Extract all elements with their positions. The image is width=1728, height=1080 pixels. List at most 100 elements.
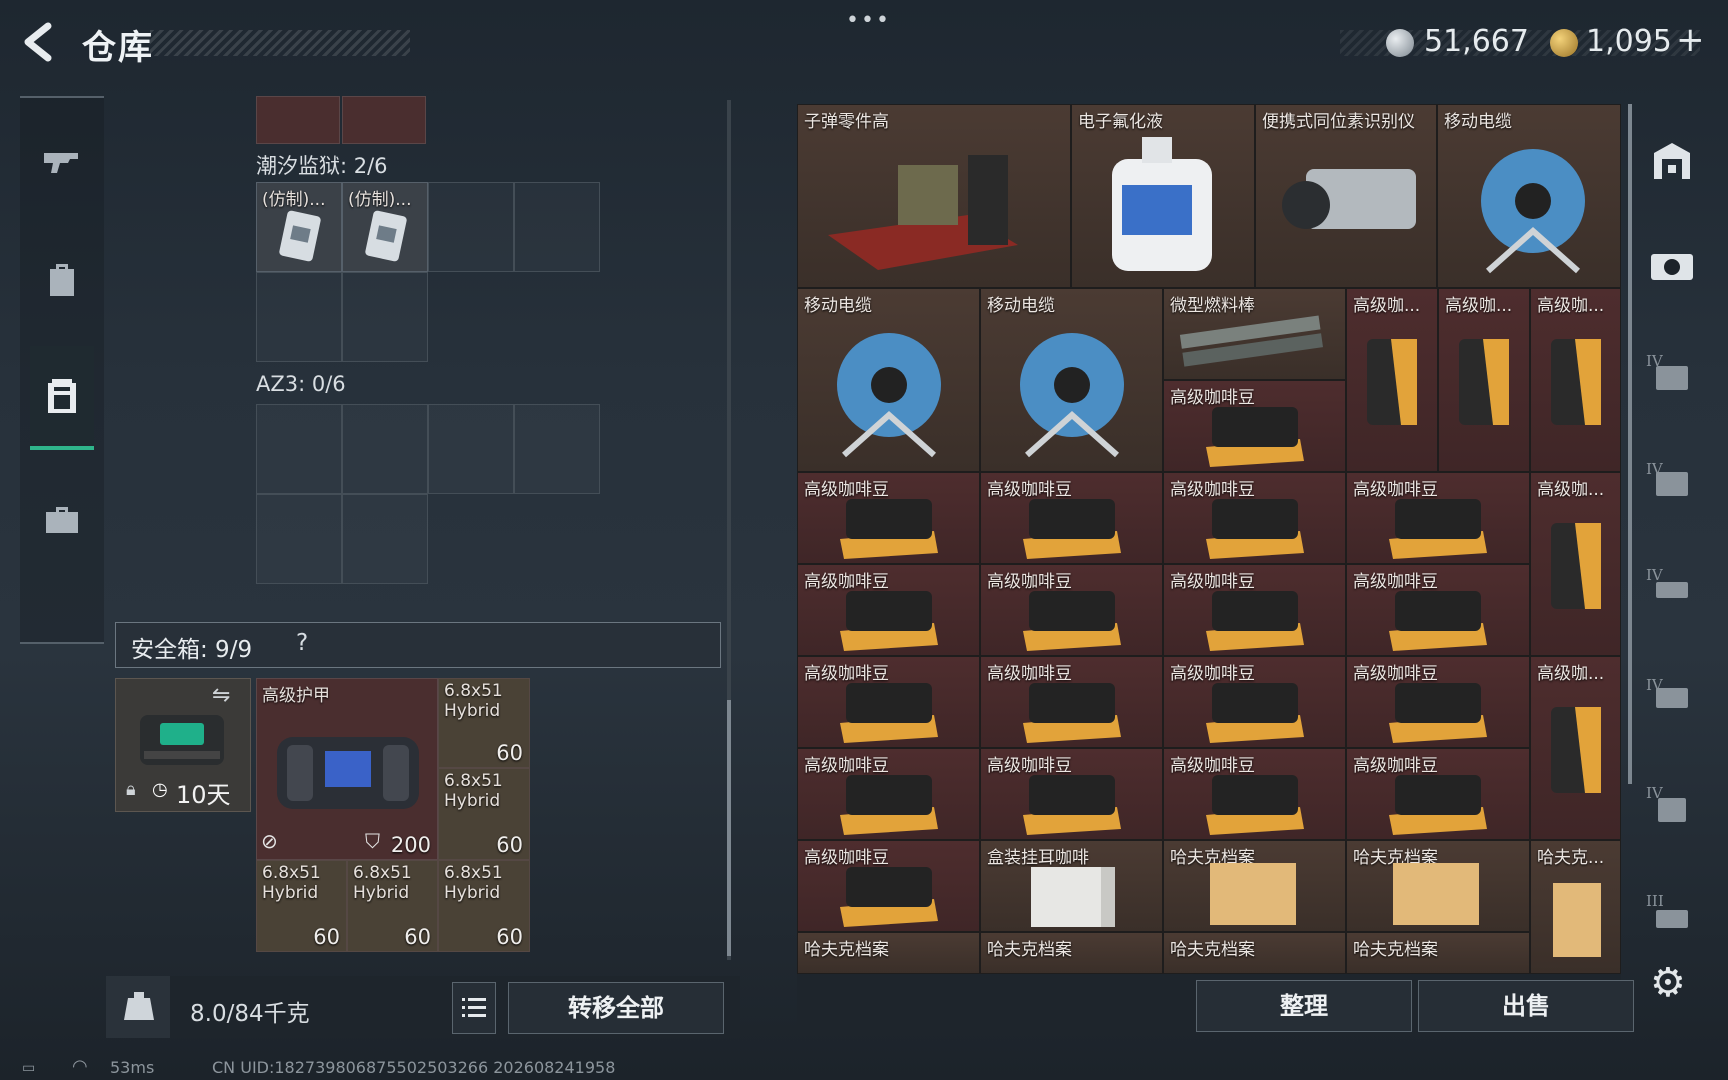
stash-item[interactable]: 高级咖...: [1530, 656, 1621, 840]
stash-item[interactable]: 高级咖啡豆: [797, 840, 980, 932]
grid-cell[interactable]: [514, 182, 600, 272]
ammo-item[interactable]: 6.8x51 Hybrid 60: [438, 678, 530, 768]
armor-bag-icon: [277, 737, 419, 809]
stash-item[interactable]: 哈夫克档案: [1163, 932, 1346, 974]
stash-item[interactable]: 高级咖啡豆: [980, 564, 1163, 656]
stash-item[interactable]: 高级咖啡豆: [980, 748, 1163, 840]
coffee-box-icon: [1031, 867, 1115, 927]
stash-item[interactable]: 高级咖啡豆: [797, 564, 980, 656]
grid-cell[interactable]: [256, 272, 342, 362]
stash-item[interactable]: 高级咖啡豆: [797, 656, 980, 748]
stash-item[interactable]: 高级咖啡豆: [797, 748, 980, 840]
stash-item[interactable]: 高级咖...: [1438, 288, 1530, 472]
coffee-bag-icon: [1389, 775, 1487, 835]
stash-tab-tier4-a[interactable]: [1646, 350, 1698, 402]
nav-weapons[interactable]: [30, 112, 94, 212]
warehouse-icon: [1654, 143, 1690, 179]
stash-item[interactable]: 高级咖...: [1530, 472, 1621, 656]
coffee-bag-icon: [1551, 707, 1601, 793]
stash-item[interactable]: 高级咖啡豆: [1163, 564, 1346, 656]
grid-cell[interactable]: [256, 494, 342, 584]
stash-item[interactable]: 高级咖...: [1530, 288, 1621, 472]
stash-item[interactable]: 高级咖啡豆: [1163, 748, 1346, 840]
cable-reel-icon: [837, 333, 941, 458]
nav-vest[interactable]: [30, 346, 94, 450]
ammo-item[interactable]: 6.8x51 Hybrid 60: [438, 860, 530, 952]
ping-value: 53ms: [110, 1058, 155, 1077]
stash-item[interactable]: 高级咖啡豆: [1346, 472, 1530, 564]
grid-cell[interactable]: [514, 404, 600, 494]
stash-item[interactable]: 便携式同位素识别仪: [1255, 104, 1437, 288]
grid-cell[interactable]: [342, 494, 428, 584]
sort-button[interactable]: 整理: [1196, 980, 1412, 1032]
grid-cell[interactable]: [342, 404, 428, 494]
list-view-button[interactable]: [452, 982, 496, 1034]
isotope-detector-icon: [1282, 169, 1416, 229]
coffee-bag-icon: [1551, 523, 1601, 609]
grid-cell[interactable]: [256, 404, 342, 494]
stash-item[interactable]: 高级咖...: [1346, 288, 1438, 472]
cable-reel-icon: [1481, 149, 1585, 274]
swap-icon[interactable]: ⇋: [212, 683, 230, 708]
box-tab-icon: [1658, 798, 1686, 822]
keycard-icon: [365, 210, 407, 262]
stash-item[interactable]: 哈夫克档案: [980, 932, 1163, 974]
stash-tab-tier3[interactable]: [1646, 890, 1698, 942]
nav-backpack[interactable]: [30, 230, 94, 330]
weight-icon-box: [106, 976, 170, 1038]
stash-item[interactable]: 电子氟化液: [1071, 104, 1255, 288]
stash-item[interactable]: 高级咖啡豆: [797, 472, 980, 564]
settings-gear-icon[interactable]: ⚙: [1650, 960, 1686, 1006]
keycard-item[interactable]: (仿制)...: [256, 182, 342, 272]
stash-item[interactable]: 移动电缆: [1437, 104, 1621, 288]
stash-tab-main[interactable]: [1646, 134, 1698, 186]
stash-item[interactable]: 哈夫克档案: [797, 932, 980, 974]
stash-tab-tier4-d[interactable]: [1646, 670, 1698, 722]
grid-cell[interactable]: [428, 182, 514, 272]
stash-item[interactable]: 高级咖啡豆: [1346, 748, 1530, 840]
more-dots-icon[interactable]: •••: [846, 8, 891, 33]
stash-item[interactable]: 高级咖啡豆: [1163, 656, 1346, 748]
add-currency-button[interactable]: +: [1676, 20, 1705, 60]
ammo-item[interactable]: 6.8x51 Hybrid 60: [256, 860, 347, 952]
stash-item[interactable]: 高级咖啡豆: [1163, 380, 1346, 472]
stash-tab-tier4-e[interactable]: [1646, 782, 1698, 834]
grid-cell[interactable]: [428, 404, 514, 494]
stash-item[interactable]: 高级咖啡豆: [980, 656, 1163, 748]
stash-tab-tier4-b[interactable]: [1646, 456, 1698, 508]
stash-tab-tier5[interactable]: [1646, 238, 1698, 290]
help-button[interactable]: ?: [296, 630, 308, 656]
nav-briefcase[interactable]: [30, 470, 94, 570]
armor-item[interactable]: 高级护甲 ⊘ ⛉ 200: [256, 678, 438, 860]
stash-item[interactable]: 高级咖啡豆: [1346, 656, 1530, 748]
stash-item[interactable]: 移动电缆: [797, 288, 980, 472]
stash-item[interactable]: 移动电缆: [980, 288, 1163, 472]
archive-folder-icon: [1210, 863, 1296, 925]
grid-cell[interactable]: [342, 272, 428, 362]
container-label-prison: 潮汐监狱: 2/6: [256, 154, 388, 178]
list-icon: [462, 998, 486, 1017]
stash-item[interactable]: 哈夫克档案: [1163, 840, 1346, 932]
ammo-item[interactable]: 6.8x51 Hybrid 60: [347, 860, 438, 952]
stash-scrollbar[interactable]: [1628, 104, 1632, 784]
stash-item[interactable]: 哈夫克...: [1530, 840, 1621, 974]
stash-tab-tier4-c[interactable]: [1646, 562, 1698, 614]
stash-item[interactable]: 高级咖啡豆: [980, 472, 1163, 564]
sell-button[interactable]: 出售: [1418, 980, 1634, 1032]
partial-item-cell[interactable]: [342, 96, 426, 144]
back-arrow-icon[interactable]: [18, 20, 62, 64]
ammo-item[interactable]: 6.8x51 Hybrid 60: [438, 768, 530, 860]
stash-item[interactable]: 子弹零件高: [797, 104, 1071, 288]
tools-tab-icon: [1656, 688, 1688, 708]
stash-item[interactable]: 微型燃料棒: [1163, 288, 1346, 380]
safebox-item[interactable]: ⇋ 🔒︎ ◷ 10天: [115, 678, 251, 812]
transfer-all-button[interactable]: 转移全部: [508, 982, 724, 1034]
partial-item-cell[interactable]: [256, 96, 340, 144]
stash-item[interactable]: 哈夫克档案: [1346, 932, 1530, 974]
stash-item[interactable]: 哈夫克档案: [1346, 840, 1530, 932]
stash-item[interactable]: 高级咖啡豆: [1163, 472, 1346, 564]
equipment-scroll-thumb[interactable]: [727, 700, 731, 956]
keycard-item[interactable]: (仿制)...: [342, 182, 428, 272]
stash-item[interactable]: 高级咖啡豆: [1346, 564, 1530, 656]
stash-item[interactable]: 盒装挂耳咖啡: [980, 840, 1163, 932]
